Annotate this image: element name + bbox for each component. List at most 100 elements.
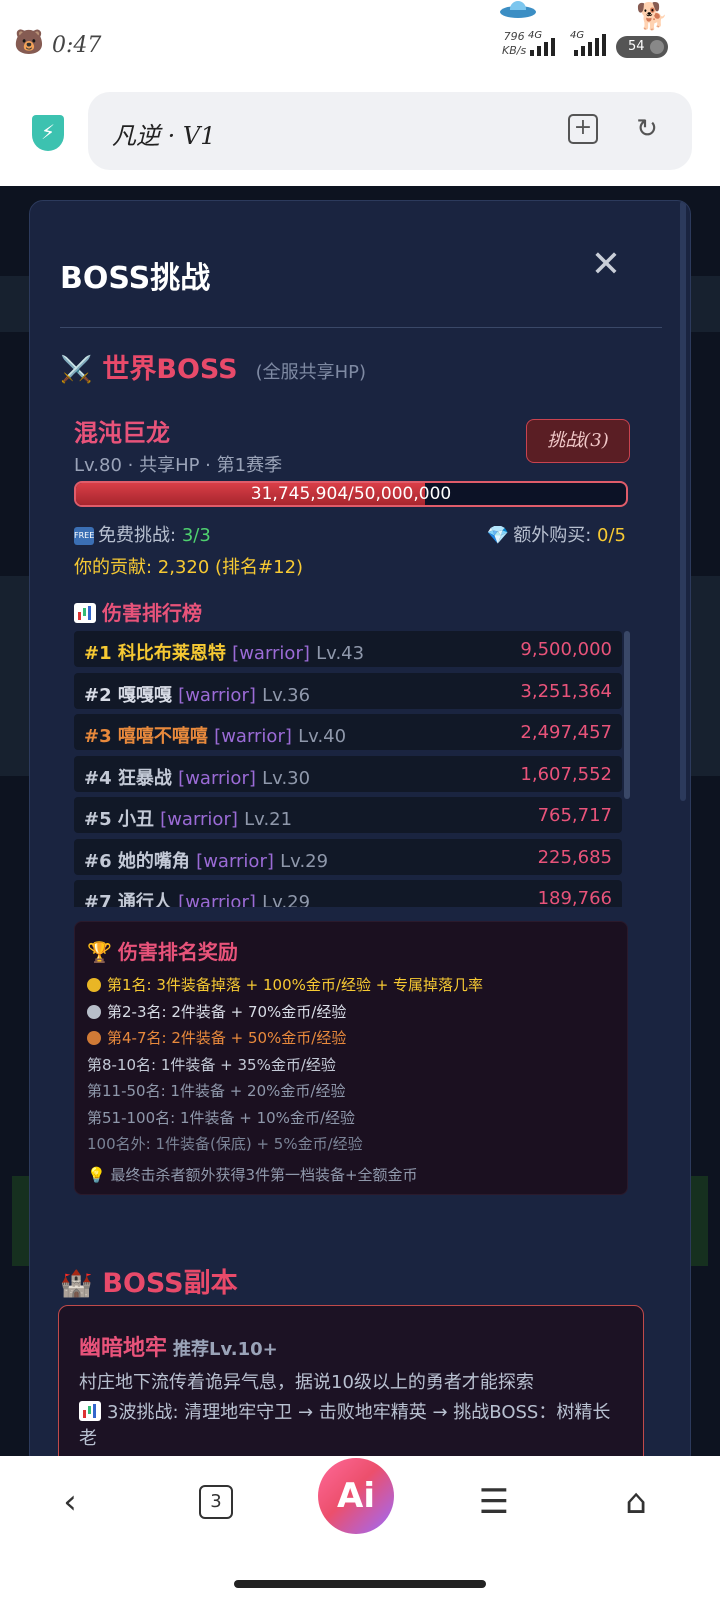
home-indicator[interactable]: [234, 1580, 486, 1588]
reward-text: 第4-7名: 2件装备 + 50%金币/经验: [107, 1029, 347, 1047]
leaderboard-row[interactable]: #3 嘻嘻不嘻嘻 [warrior] Lv.40 2,497,457: [74, 714, 622, 750]
leaderboard-row[interactable]: #5 小丑 [warrior] Lv.21 765,717: [74, 797, 622, 833]
signal2-icon: [574, 34, 606, 56]
reward-line: 第8-10名: 1件装备 + 35%金币/经验: [87, 1054, 336, 1075]
player-name: 她的嘴角: [117, 850, 190, 872]
player-level: Lv.30: [262, 767, 311, 789]
rank-label: #6 她的嘴角 [warrior] Lv.29: [84, 847, 328, 873]
free-label: 免费挑战:: [98, 525, 177, 546]
damage-value: 765,717: [537, 805, 612, 826]
home-icon[interactable]: ⌂: [606, 1472, 666, 1532]
player-class: [warrior]: [178, 684, 256, 706]
boss-meta: Lv.80 · 共享HP · 第1赛季: [74, 455, 283, 476]
dungeon-waves-text: 3波挑战: 清理地牢守卫 → 击败地牢精英 → 挑战BOSS：树精长老: [79, 1402, 611, 1449]
medal-icon: [87, 1004, 101, 1019]
url-title: 凡逆 · V1: [112, 122, 216, 150]
pet-sticker-icon: 🐻: [14, 28, 44, 56]
section-subtitle: (全服共享HP): [255, 362, 367, 383]
player-class: [warrior]: [214, 726, 292, 747]
player-level: Lv.29: [262, 892, 311, 907]
back-chevron-icon[interactable]: ‹: [40, 1472, 100, 1532]
leaderboard-scrollbar[interactable]: [624, 631, 630, 799]
gem-icon: 💎: [486, 525, 510, 546]
rank-number: #5: [84, 809, 112, 830]
leaderboard-row[interactable]: #4 狂暴战 [warrior] Lv.30 1,607,552: [74, 755, 622, 792]
reward-title-text: 伤害排名奖励: [117, 940, 238, 964]
signal1-icon: [530, 34, 555, 56]
modal-title: BOSS挑战: [60, 261, 211, 296]
damage-value: 225,685: [537, 846, 612, 868]
reward-box: 🏆 伤害排名奖励 第1名: 3件装备掉落 + 100%金币/经验 + 专属掉落几率…: [74, 921, 628, 1195]
reward-text: 第11-50名: 1件装备 + 20%金币/经验: [87, 1082, 346, 1100]
reward-line: 💡 最终击杀者额外获得3件第一档装备+全额金币: [87, 1164, 418, 1185]
ai-assistant-button[interactable]: Ai: [318, 1458, 394, 1534]
network-rate: 796 KB/s: [502, 30, 526, 58]
player-class: [warrior]: [232, 643, 310, 664]
rank-number: #2: [84, 684, 112, 706]
ufo-sticker-icon: [500, 1, 536, 18]
rank-number: #4: [84, 767, 112, 789]
player-level: Lv.40: [298, 726, 347, 747]
url-field[interactable]: 凡逆 · V1 + ↻: [88, 92, 692, 170]
reward-text: 第8-10名: 1件装备 + 35%金币/经验: [87, 1055, 336, 1074]
dungeon-waves: 3波挑战: 清理地牢守卫 → 击败地牢精英 → 挑战BOSS：树精长老: [79, 1400, 627, 1452]
player-class: [warrior]: [160, 809, 238, 830]
reward-line: 第2-3名: 2件装备 + 70%金币/经验: [87, 1001, 346, 1022]
reward-title: 🏆 伤害排名奖励: [87, 936, 238, 965]
boss-challenge-modal: BOSS挑战 ✕ ⚔️ 世界BOSS (全服共享HP) 混沌巨龙 Lv.80 ·…: [29, 200, 691, 1468]
leaderboard-title: 伤害排行榜: [74, 597, 202, 626]
reward-line: 第11-50名: 1件装备 + 20%金币/经验: [87, 1080, 345, 1101]
hp-text: 31,745,904/50,000,000: [250, 484, 452, 504]
dungeon-name: 幽暗地牢 推荐Lv.10+: [79, 1330, 278, 1362]
leaderboard-list[interactable]: #1 科比布莱恩特 [warrior] Lv.43 9,500,000 #2 嘎嘎嘎…: [74, 631, 632, 907]
damage-value: 3,251,364: [520, 680, 612, 702]
menu-icon[interactable]: ☰: [464, 1472, 524, 1532]
dungeon-header: 🏰 BOSS副本: [60, 1261, 238, 1300]
extra-purchases: 💎 额外购买: 0/5: [487, 521, 626, 547]
modal-scrollbar[interactable]: [680, 201, 686, 801]
extra-value: 0/5: [597, 525, 626, 546]
leaderboard-row[interactable]: #1 科比布莱恩特 [warrior] Lv.43 9,500,000: [74, 631, 622, 667]
dungeon-name-text: 幽暗地牢: [79, 1336, 168, 1361]
section-title: 世界BOSS: [102, 354, 238, 385]
challenge-button[interactable]: 挑战(3): [526, 419, 630, 463]
tabs-button[interactable]: 3: [186, 1472, 246, 1532]
tab-count: 3: [199, 1485, 233, 1519]
contribution-text: 你的贡献: 2,320 (排名#12): [74, 557, 304, 578]
free-icon: FREE: [74, 527, 94, 545]
reward-text: 第2-3名: 2件装备 + 70%金币/经验: [107, 1002, 347, 1021]
damage-value: 189,766: [537, 888, 612, 907]
leaderboard-row[interactable]: #6 她的嘴角 [warrior] Lv.29 225,685: [74, 838, 622, 875]
rank-number: #7: [84, 892, 112, 907]
medal-icon: [87, 978, 101, 992]
rank-label: #2 嘎嘎嘎 [warrior] Lv.36: [84, 681, 310, 707]
shield-icon[interactable]: ⚡: [32, 115, 64, 151]
player-level: Lv.36: [262, 684, 311, 706]
reward-text: 第1名: 3件装备掉落 + 100%金币/经验 + 专属掉落几率: [107, 976, 484, 994]
player-name: 通行人: [117, 892, 172, 907]
leaderboard-row[interactable]: #7 通行人 [warrior] Lv.29 189,766: [74, 880, 622, 907]
player-name: 小丑: [117, 809, 154, 830]
dog-sticker-icon: 🐕: [636, 2, 669, 32]
damage-value: 1,607,552: [520, 763, 612, 785]
status-bar: 🐻 0:47 796 KB/s 4G 4G 54 🐕: [0, 0, 720, 88]
network-rate-value: 796: [503, 30, 525, 43]
reward-line: 100名外: 1件装备(保底) + 5%金币/经验: [87, 1133, 363, 1154]
reload-icon[interactable]: ↻: [632, 114, 662, 144]
rank-label: #3 嘻嘻不嘻嘻 [warrior] Lv.40: [84, 722, 346, 748]
close-icon[interactable]: ✕: [586, 245, 626, 285]
player-name: 狂暴战: [117, 767, 172, 789]
rank-label: #4 狂暴战 [warrior] Lv.30: [84, 764, 310, 790]
bottom-nav: ‹ 3 Ai ☰ ⌂: [0, 1456, 720, 1600]
player-level: Lv.29: [280, 850, 329, 872]
medal-icon: [87, 1031, 101, 1045]
dungeon-card[interactable]: 幽暗地牢 推荐Lv.10+ 村庄地下流传着诡异气息，据说10级以上的勇者才能探索 …: [58, 1305, 644, 1467]
player-level: Lv.21: [244, 809, 293, 830]
bookmark-add-icon[interactable]: +: [568, 114, 598, 144]
leaderboard-title-text: 伤害排行榜: [102, 601, 202, 625]
dungeon-recommend: 推荐Lv.10+: [173, 1339, 278, 1360]
player-name: 嘻嘻不嘻嘻: [117, 726, 208, 747]
leaderboard-row[interactable]: #2 嘎嘎嘎 [warrior] Lv.36 3,251,364: [74, 672, 622, 709]
player-level: Lv.43: [316, 643, 365, 664]
rank-number: #3: [84, 726, 112, 747]
